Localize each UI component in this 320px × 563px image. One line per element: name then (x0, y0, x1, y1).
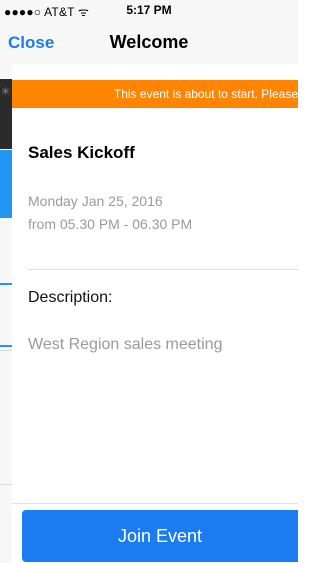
event-start-banner: This event is about to start. Please (12, 80, 298, 108)
description-label: Description: (28, 289, 113, 306)
event-date: Monday Jan 25, 2016 (28, 193, 163, 209)
join-event-button[interactable]: Join Event (22, 510, 298, 562)
page-title: Welcome (109, 32, 189, 52)
event-time-range: from 05.30 PM - 06.30 PM (28, 216, 193, 232)
background-page: ✳ (0, 0, 12, 563)
event-title: Sales Kickoff (28, 143, 135, 162)
navigation-bar: Close Welcome (0, 20, 298, 64)
footer-divider (12, 503, 298, 504)
banner-text: This event is about to start. Please (113, 87, 298, 101)
status-bar: ●●●●○ AT&T ᯤ 5:17 PM (0, 0, 298, 20)
status-time: 5:17 PM (126, 3, 172, 17)
background-divider (0, 484, 12, 485)
background-accent-line (0, 283, 12, 285)
background-blue-block (0, 150, 12, 218)
section-divider (28, 269, 298, 270)
background-divider (0, 350, 12, 351)
background-dark-header: ✳ (0, 79, 12, 149)
event-modal: ●●●●○ AT&T ᯤ 5:17 PM Close Welcome This … (0, 0, 298, 563)
background-accent-line (0, 345, 12, 347)
description-text: West Region sales meeting (28, 336, 223, 353)
background-glyph: ✳ (1, 86, 11, 98)
